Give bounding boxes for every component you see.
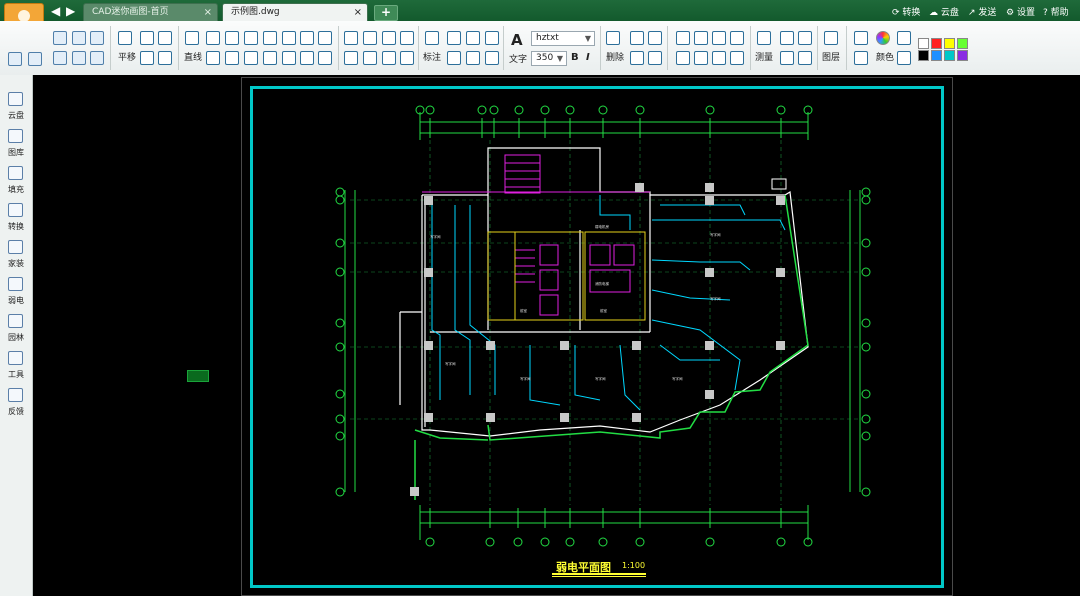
svg-text:弱电机房: 弱电机房: [595, 224, 609, 229]
svg-text:写字间: 写字间: [445, 361, 456, 366]
structural-columns: [410, 183, 785, 496]
svg-text:写字间: 写字间: [430, 234, 441, 239]
axis-tick-marks: [429, 118, 782, 528]
exterior-green-wall: [414, 194, 809, 500]
svg-text:写字间: 写字间: [520, 376, 531, 381]
drawing-scale: 1:100: [622, 561, 646, 570]
svg-text:前室: 前室: [600, 308, 608, 313]
title-underline-thin: [552, 576, 646, 577]
svg-text:写字间: 写字间: [710, 232, 721, 237]
stairs-and-elevators: [422, 154, 650, 316]
title-underline: [552, 573, 646, 575]
svg-text:写字间: 写字间: [595, 376, 606, 381]
north-marker: [771, 178, 787, 190]
svg-text:前室: 前室: [520, 308, 528, 313]
svg-text:写字间: 写字间: [710, 296, 721, 301]
svg-text:写字间: 写字间: [672, 376, 683, 381]
svg-text:消防电梯: 消防电梯: [595, 281, 609, 286]
axis-bubbles: [335, 105, 871, 547]
floor-plan-drawing[interactable]: 写字间 写字间写字间 写字间写字间 写字间 写字间弱电机房前室 前室消防电梯: [0, 0, 1080, 596]
